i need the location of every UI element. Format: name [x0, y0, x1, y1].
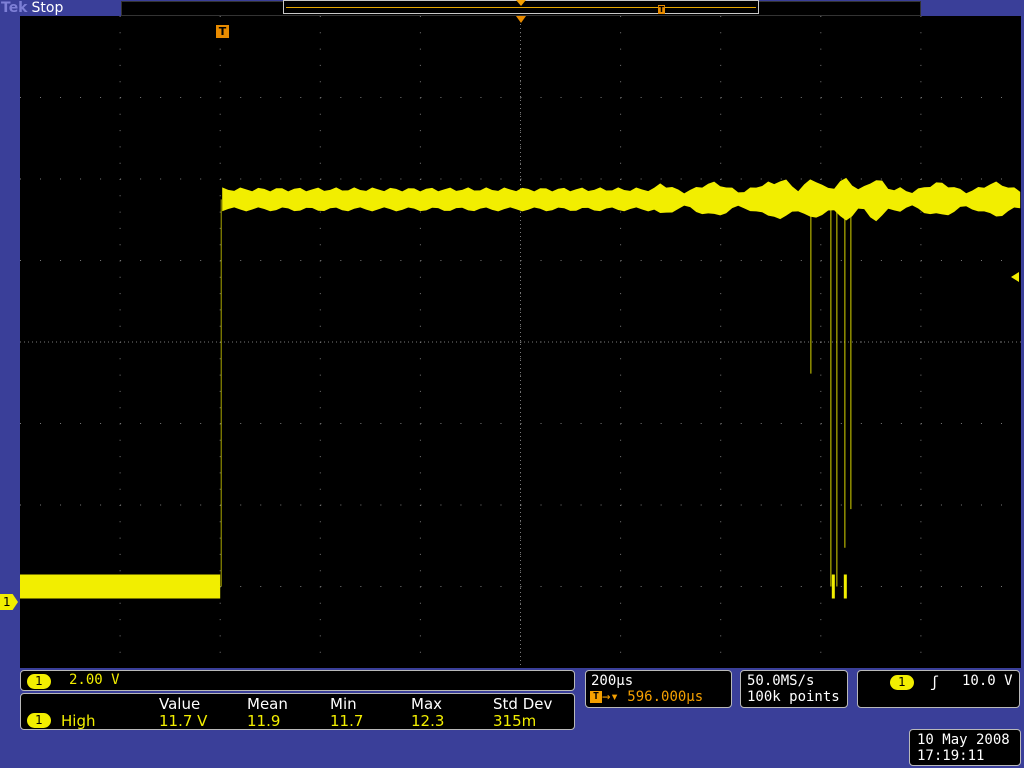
center-marker-icon — [516, 16, 526, 23]
header-std-dev: Std Dev — [493, 695, 553, 713]
value-mean: 11.9 — [247, 712, 281, 730]
trigger-panel[interactable]: 1 ʃ 10.0 V — [857, 670, 1020, 708]
waveform-svg — [20, 16, 1021, 668]
value-std-dev: 315m — [493, 712, 537, 730]
header-max: Max — [411, 695, 443, 713]
trigger-position-readout: T →▾ 596.000µs — [590, 689, 703, 705]
timebase-scale: 200µs — [591, 673, 634, 689]
measurement-name: High — [61, 712, 96, 730]
channel-scale-panel[interactable]: 1 2.00 V — [20, 670, 575, 691]
trigger-level-value: 10.0 V — [962, 673, 1013, 689]
waveform-dropout-low — [843, 574, 847, 599]
date-value: 10 May 2008 — [917, 732, 1010, 748]
value-min: 11.7 — [330, 712, 364, 730]
channel-1-ground-marker[interactable]: 1 — [0, 594, 18, 610]
measurement-channel-badge: 1 — [27, 713, 51, 728]
measurement-panel[interactable]: 1 High Value Mean Min Max Std Dev 11.7 V… — [20, 693, 575, 730]
channel-badge: 1 — [27, 674, 51, 689]
trigger-arrow: →▾ — [602, 689, 619, 705]
waveform-high-level — [222, 177, 1021, 222]
trigger-level-arrow-icon[interactable] — [1011, 272, 1019, 282]
record-trigger-icon: T — [658, 5, 665, 14]
rising-edge-icon: ʃ — [930, 673, 940, 691]
header-min: Min — [330, 695, 357, 713]
trigger-position-icon: T — [590, 691, 602, 703]
value-value: 11.7 V — [159, 712, 208, 730]
brand: Tek Stop — [0, 0, 63, 16]
trigger-position-value: 596.000µs — [627, 689, 704, 705]
date-time-panel[interactable]: 10 May 2008 17:19:11 — [909, 729, 1021, 766]
sample-rate: 50.0MS/s — [747, 673, 815, 689]
run-state: Stop — [31, 0, 64, 16]
brand-logo: Tek — [1, 0, 28, 16]
trigger-position-marker[interactable]: T — [216, 25, 229, 38]
timebase-panel[interactable]: 200µs T →▾ 596.000µs — [585, 670, 732, 708]
channel-scale-value: 2.00 V — [69, 672, 120, 688]
header-mean: Mean — [247, 695, 288, 713]
trigger-channel-badge: 1 — [890, 675, 914, 690]
record-length: 100k points — [747, 689, 840, 705]
value-max: 12.3 — [411, 712, 445, 730]
center-triangle-icon — [516, 0, 526, 6]
waveform-screen[interactable] — [20, 16, 1021, 668]
waveform-low-level — [20, 574, 221, 599]
waveform-dropout-low — [831, 574, 835, 599]
time-value: 17:19:11 — [917, 748, 985, 764]
acquisition-panel[interactable]: 50.0MS/s 100k points — [740, 670, 848, 708]
header-value: Value — [159, 695, 201, 713]
record-window-line — [286, 7, 756, 8]
